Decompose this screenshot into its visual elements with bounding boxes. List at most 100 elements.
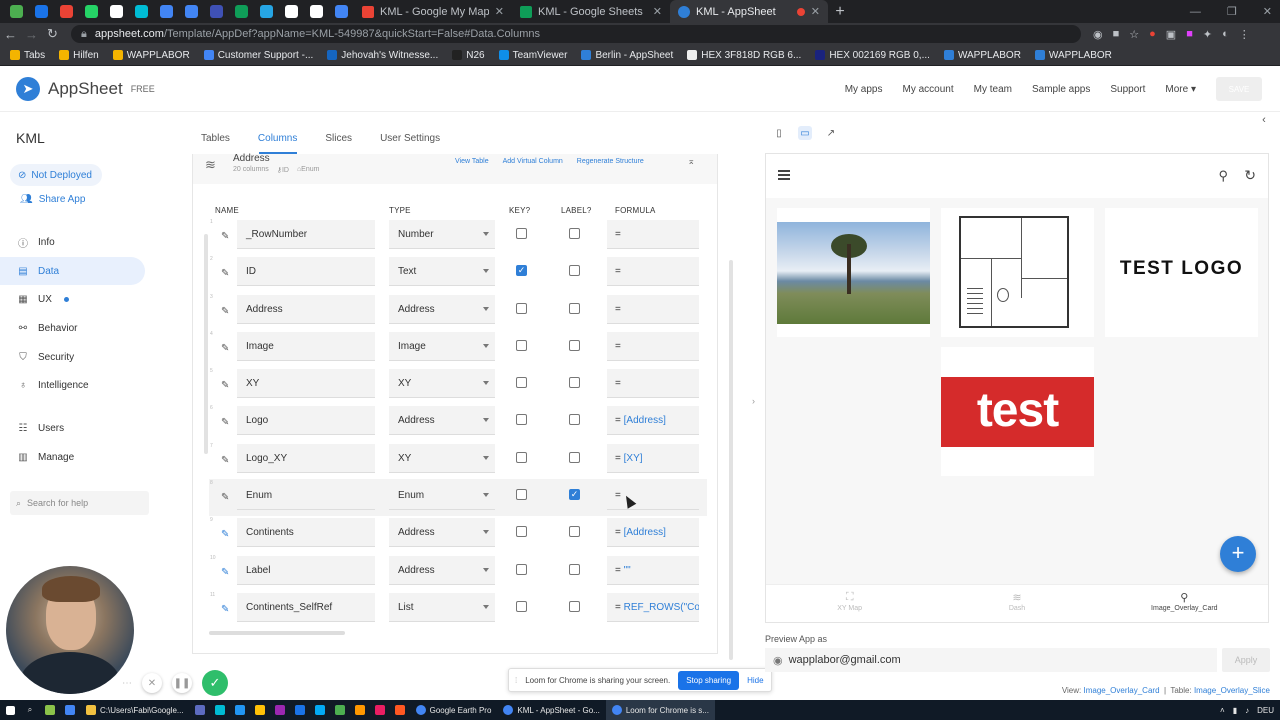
view-link[interactable]: Image_Overlay_Card xyxy=(1083,686,1159,695)
deploy-status-button[interactable]: ⊘ Not Deployed xyxy=(10,164,102,186)
app-icon[interactable] xyxy=(370,700,390,720)
tablet-icon[interactable]: ▭ xyxy=(798,126,812,140)
regenerate-structure-link[interactable]: Regenerate Structure xyxy=(577,158,644,165)
label-checkbox[interactable] xyxy=(569,377,580,389)
formula-field[interactable]: = xyxy=(607,481,699,511)
close-window-icon[interactable]: ✕ xyxy=(1263,5,1272,18)
sidebar-item-ux[interactable]: ▦ UX xyxy=(0,285,145,314)
key-checkbox[interactable] xyxy=(516,377,527,389)
column-name-field[interactable]: _RowNumber xyxy=(237,220,375,249)
pinned-tab[interactable] xyxy=(329,0,354,23)
start-icon[interactable] xyxy=(0,700,20,720)
puzzle-icon[interactable]: ✦ xyxy=(1203,28,1212,41)
tab-appsheet[interactable]: KML - AppSheet ✕ xyxy=(670,0,828,23)
image-card[interactable] xyxy=(941,208,1094,337)
label-checkbox[interactable] xyxy=(569,451,580,463)
label-checkbox[interactable] xyxy=(569,302,580,314)
pinned-tab[interactable] xyxy=(279,0,304,23)
column-type-select[interactable]: Image xyxy=(389,331,495,361)
key-checkbox[interactable] xyxy=(516,526,527,538)
column-name-field[interactable]: Image xyxy=(237,331,375,361)
taskbar-loom[interactable]: Loom for Chrome is s... xyxy=(605,700,715,720)
column-row[interactable]: 7 ✎ Logo_XY XY = [XY] xyxy=(209,442,707,479)
apply-button[interactable]: Apply xyxy=(1222,648,1270,672)
edit-pencil-icon[interactable]: ✎ xyxy=(221,455,229,466)
extension-icon[interactable]: ■ xyxy=(1186,28,1193,41)
column-type-select[interactable]: List xyxy=(389,592,495,622)
column-row[interactable]: 2 ✎ ID Text ✓ = xyxy=(209,255,707,292)
sidebar-item-behavior[interactable]: ⚯ Behavior xyxy=(0,314,145,343)
label-checkbox[interactable] xyxy=(569,414,580,426)
bookmark-item[interactable]: N26 xyxy=(452,50,485,61)
column-name-field[interactable]: XY xyxy=(237,369,375,399)
taskbar-google-earth[interactable]: Google Earth Pro xyxy=(410,700,498,720)
column-type-select[interactable]: Address xyxy=(389,294,495,324)
pinned-tab[interactable] xyxy=(129,0,154,23)
label-checkbox[interactable]: ✓ xyxy=(569,489,580,501)
profile-icon[interactable]: ◐ xyxy=(1222,28,1229,41)
tab-slices[interactable]: Slices xyxy=(325,133,352,144)
vertical-scrollbar[interactable] xyxy=(204,234,208,454)
column-name-field[interactable]: ID xyxy=(237,257,375,287)
cancel-recording-icon[interactable]: ✕ xyxy=(142,673,162,693)
bookmark-item[interactable]: Jehovah's Witnesse... xyxy=(327,50,438,61)
image-card[interactable]: TEST LOGO xyxy=(1105,208,1258,337)
label-checkbox[interactable] xyxy=(569,600,580,612)
sidebar-item-security[interactable]: ⛉ Security xyxy=(0,343,145,372)
nav-dash[interactable]: ≋ Dash xyxy=(933,585,1100,622)
key-checkbox[interactable] xyxy=(516,339,527,351)
pause-icon[interactable]: ❚❚ xyxy=(172,673,192,693)
formula-field[interactable]: = xyxy=(607,331,699,361)
tab-user-settings[interactable]: User Settings xyxy=(380,133,440,144)
horizontal-scrollbar[interactable] xyxy=(209,631,345,635)
camera-icon[interactable]: ■ xyxy=(1113,28,1120,41)
app-icon[interactable] xyxy=(270,700,290,720)
add-virtual-column-link[interactable]: Add Virtual Column xyxy=(503,158,563,165)
app-icon[interactable] xyxy=(40,700,60,720)
edit-pencil-icon[interactable]: ✎ xyxy=(221,343,229,354)
new-tab-button[interactable]: + xyxy=(828,0,852,23)
column-type-select[interactable]: Enum xyxy=(389,481,495,511)
column-row[interactable]: 10 ✎ Label Address = "" xyxy=(209,554,707,591)
key-checkbox[interactable] xyxy=(516,414,527,426)
nav-my-apps[interactable]: My apps xyxy=(845,84,883,95)
extension-icon[interactable]: ▣ xyxy=(1166,28,1176,41)
stop-sharing-button[interactable]: Stop sharing xyxy=(678,670,740,690)
edit-pencil-icon[interactable]: ✎ xyxy=(221,529,229,540)
column-row[interactable]: 6 ✎ Logo Address = [Address] xyxy=(209,404,707,441)
column-name-field[interactable]: Enum xyxy=(237,481,375,511)
sidebar-item-data[interactable]: ▤ Data xyxy=(0,256,145,286)
edit-pencil-icon[interactable]: ✎ xyxy=(221,306,229,317)
app-icon[interactable] xyxy=(390,700,410,720)
tab-tables[interactable]: Tables xyxy=(201,133,230,144)
open-external-icon[interactable]: ↗ xyxy=(824,126,838,140)
column-type-select[interactable]: XY xyxy=(389,443,495,473)
edit-pencil-icon[interactable]: ✎ xyxy=(221,567,229,578)
app-icon[interactable] xyxy=(330,700,350,720)
nav-sample-apps[interactable]: Sample apps xyxy=(1032,84,1090,95)
appsheet-logo[interactable]: ➤ AppSheet FREE xyxy=(16,76,155,101)
bookmark-item[interactable]: HEX 002169 RGB 0,... xyxy=(815,50,930,61)
bookmark-item[interactable]: TeamViewer xyxy=(498,50,567,61)
collapse-icon[interactable]: ⌅ xyxy=(687,156,695,167)
bookmark-item[interactable]: WAPPLABOR xyxy=(1034,50,1112,61)
maximize-icon[interactable]: ❐ xyxy=(1227,5,1237,18)
webcam-bubble[interactable] xyxy=(6,566,134,694)
edit-pencil-icon[interactable]: ✎ xyxy=(221,231,229,242)
sidebar-item-manage[interactable]: ▥ Manage xyxy=(0,443,145,472)
finish-recording-icon[interactable]: ✓ xyxy=(202,670,228,696)
pinned-tab[interactable] xyxy=(29,0,54,23)
formula-field[interactable]: = [Address] xyxy=(607,518,699,548)
record-icon[interactable]: ● xyxy=(1149,28,1156,41)
taskbar-explorer[interactable]: C:\Users\Fabi\Google... xyxy=(80,700,190,720)
app-icon[interactable] xyxy=(190,700,210,720)
save-button[interactable]: SAVE xyxy=(1216,77,1262,101)
search-icon[interactable]: ⌕ xyxy=(20,700,40,720)
forward-icon[interactable]: → xyxy=(21,27,42,42)
label-checkbox[interactable] xyxy=(569,563,580,575)
drag-handle-icon[interactable]: ⋯ xyxy=(122,678,132,689)
column-row[interactable]: 9 ✎ Continents Address = [Address] xyxy=(209,516,707,553)
column-type-select[interactable]: Address xyxy=(389,406,495,436)
volume-icon[interactable]: ♪ xyxy=(1245,706,1249,715)
column-type-select[interactable]: Number xyxy=(389,220,495,249)
